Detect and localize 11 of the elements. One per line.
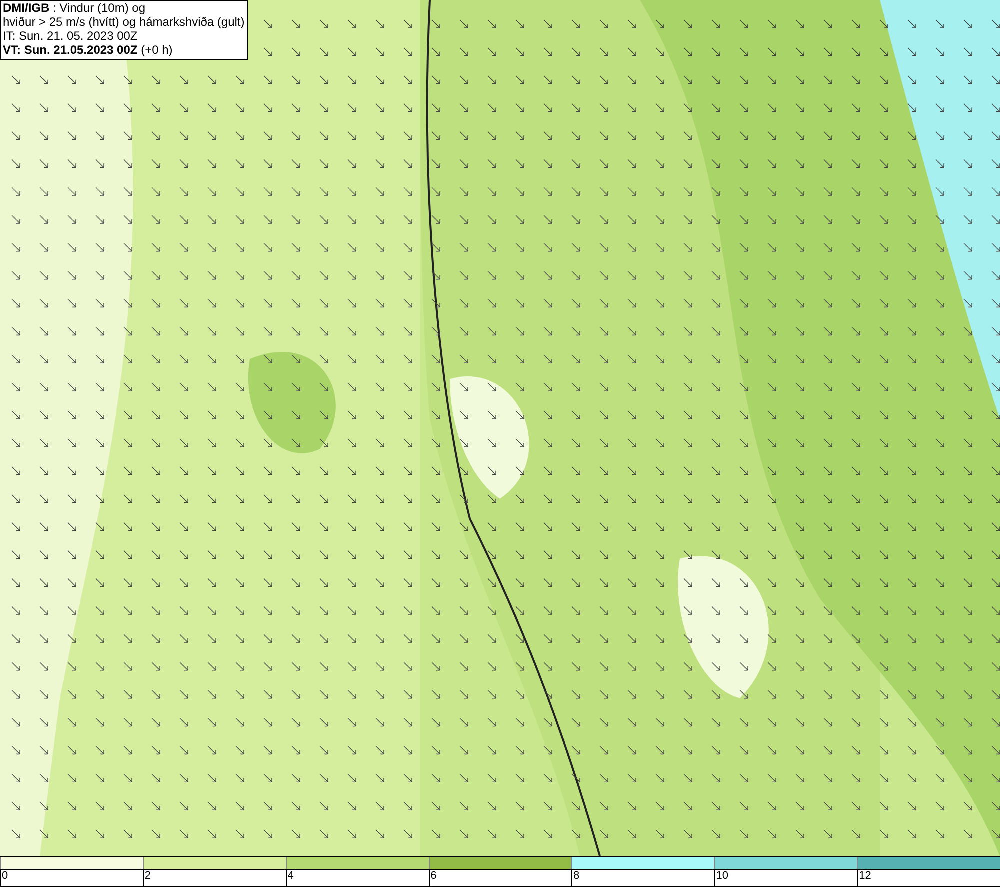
legend-label: 0 [1, 870, 8, 883]
header-line: hviður > 25 m/s (hvítt) og hámarkshviða (gult) [3, 15, 245, 29]
legend-label: 6 [430, 870, 437, 883]
legend-label: 10 [715, 870, 729, 883]
header-line: IT: Sun. 21. 05. 2023 00Z [3, 29, 139, 43]
legend-label: 2 [144, 870, 151, 883]
legend-label: 8 [572, 870, 580, 883]
header-line: DMI/IGB : Vindur (10m) og [3, 1, 146, 15]
legend-label: 4 [286, 870, 294, 883]
legend-label: 12 [858, 870, 872, 883]
header-line: VT: Sun. 21.05.2023 00Z (+0 h) [3, 43, 174, 57]
